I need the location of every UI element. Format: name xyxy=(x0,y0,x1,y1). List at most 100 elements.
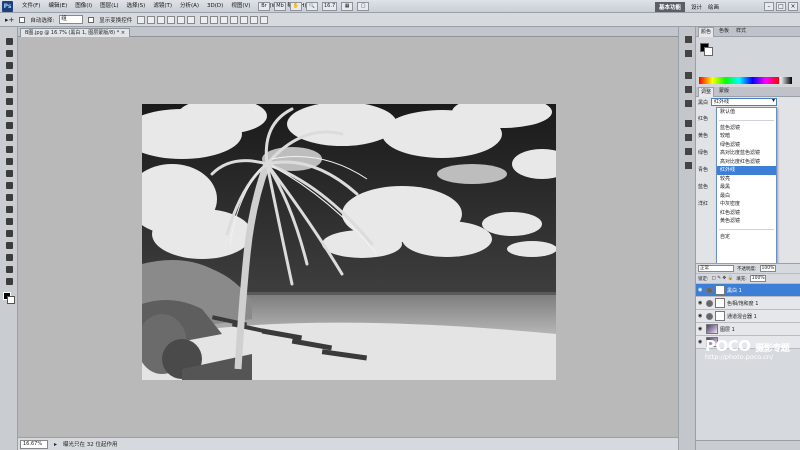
preset-option[interactable]: 较亮 xyxy=(717,175,776,184)
menu-image[interactable]: 图像(I) xyxy=(73,0,94,13)
move-tool[interactable] xyxy=(4,37,14,47)
align-hcenter-icon[interactable] xyxy=(177,15,186,24)
preset-option[interactable]: 红色滤镜 xyxy=(717,209,776,218)
layer-row[interactable]: ◉ 图层 1 xyxy=(696,323,800,336)
3d-panel-icon[interactable] xyxy=(683,71,693,81)
distribute-vcenter-icon[interactable] xyxy=(210,15,219,24)
preset-option[interactable]: 黄色滤镜 xyxy=(717,217,776,226)
eraser-tool[interactable] xyxy=(4,157,14,167)
hand-tool[interactable] xyxy=(4,265,14,275)
color-background-swatch[interactable] xyxy=(704,47,713,56)
document-tab[interactable]: B图.jpg @ 16.7% (黑白 1, 图层蒙版/8) * × xyxy=(20,28,131,37)
lock-icons[interactable]: □ ✎ ✥ 🔒 xyxy=(712,276,734,281)
preset-option[interactable]: 中灰密度 xyxy=(717,200,776,209)
menu-layer[interactable]: 图层(L) xyxy=(98,0,120,13)
layer-row[interactable]: ◉ 黑白 1 xyxy=(696,284,800,297)
paths-panel-icon[interactable] xyxy=(683,85,693,95)
layer-mask-thumbnail[interactable] xyxy=(715,285,725,295)
menu-view[interactable]: 视图(V) xyxy=(229,0,252,13)
distribute-right-icon[interactable] xyxy=(250,15,259,24)
status-info-icon[interactable]: ▸ xyxy=(54,441,57,448)
layer-row[interactable]: ◉ 通道混合器 1 xyxy=(696,310,800,323)
eye-icon[interactable]: ◉ xyxy=(698,339,704,345)
screen-mode-button[interactable]: ▢ xyxy=(357,2,370,11)
lasso-tool[interactable] xyxy=(4,61,14,71)
close-icon[interactable]: × xyxy=(788,2,798,11)
preset-option[interactable]: 绿色滤镜 xyxy=(717,141,776,150)
move-tool-icon[interactable]: ▸+ xyxy=(5,16,14,24)
tab-swatches[interactable]: 色板 xyxy=(717,27,731,36)
blur-tool[interactable] xyxy=(4,181,14,191)
blend-mode-dropdown[interactable]: 正常 xyxy=(698,265,734,272)
tab-styles[interactable]: 样式 xyxy=(734,27,748,36)
zoom-percentage-field[interactable]: 16.67% xyxy=(20,439,48,449)
menu-edit[interactable]: 编辑(E) xyxy=(46,0,69,13)
eyedropper-tool[interactable] xyxy=(4,97,14,107)
minimize-icon[interactable]: – xyxy=(764,2,774,11)
menu-filter[interactable]: 滤镜(T) xyxy=(151,0,174,13)
history-brush-tool[interactable] xyxy=(4,145,14,155)
brush-tool[interactable] xyxy=(4,121,14,131)
preset-option[interactable]: 蓝色滤镜 xyxy=(717,124,776,133)
dodge-tool[interactable] xyxy=(4,193,14,203)
preset-option[interactable]: 最黑 xyxy=(717,183,776,192)
marquee-tool[interactable] xyxy=(4,49,14,59)
background-color-swatch[interactable] xyxy=(7,296,15,304)
eye-icon[interactable]: ◉ xyxy=(698,313,704,319)
tab-close-icon[interactable]: × xyxy=(121,30,125,36)
pen-tool[interactable] xyxy=(4,205,14,215)
path-select-tool[interactable] xyxy=(4,229,14,239)
menu-select[interactable]: 选择(S) xyxy=(125,0,148,13)
maximize-icon[interactable]: □ xyxy=(776,2,786,11)
workspace-painting[interactable]: 绘画 xyxy=(708,3,719,11)
channels-panel-icon[interactable] xyxy=(683,99,693,109)
tab-masks[interactable]: 蒙版 xyxy=(717,87,731,96)
preset-option[interactable]: 高对比度蓝色滤镜 xyxy=(717,149,776,158)
brush-panel-icon[interactable] xyxy=(683,147,693,157)
eye-icon[interactable]: ◉ xyxy=(698,287,704,293)
preset-option-selected[interactable]: 红外线 xyxy=(717,166,776,175)
layer-mask-thumbnail[interactable] xyxy=(715,298,725,308)
eye-icon[interactable]: ◉ xyxy=(698,300,704,306)
fill-field[interactable]: 100% xyxy=(749,275,766,282)
paragraph-panel-icon[interactable] xyxy=(683,133,693,143)
preset-option[interactable]: 最白 xyxy=(717,192,776,201)
preset-dropdown[interactable]: 红外线 xyxy=(711,98,778,106)
eye-icon[interactable]: ◉ xyxy=(698,326,704,332)
zoom-level[interactable]: 16.7 xyxy=(322,2,338,11)
preset-option-custom[interactable]: 自定 xyxy=(717,233,776,242)
layer-mask-thumbnail[interactable] xyxy=(715,311,725,321)
crop-tool[interactable] xyxy=(4,85,14,95)
opacity-field[interactable]: 100% xyxy=(759,265,776,272)
character-panel-icon[interactable] xyxy=(683,119,693,129)
workspace-design[interactable]: 设计 xyxy=(691,3,702,11)
shape-tool[interactable] xyxy=(4,241,14,251)
type-tool[interactable] xyxy=(4,217,14,227)
zoom-view-button[interactable]: 🔍 xyxy=(306,2,318,11)
distribute-hcenter-icon[interactable] xyxy=(240,15,249,24)
clone-stamp-tool[interactable] xyxy=(4,133,14,143)
show-transform-checkbox[interactable] xyxy=(88,16,95,23)
arrange-documents-button[interactable]: ▦ xyxy=(341,2,354,11)
auto-align-icon[interactable] xyxy=(260,15,269,24)
layer-image-thumbnail[interactable] xyxy=(706,324,718,334)
hand-view-button[interactable]: ✋ xyxy=(290,2,302,11)
layer-row[interactable]: ◉ 色相/饱和度 1 xyxy=(696,297,800,310)
align-right-icon[interactable] xyxy=(187,15,196,24)
align-top-icon[interactable] xyxy=(137,15,146,24)
workspace-essentials[interactable]: 基本功能 xyxy=(655,2,686,12)
document-image[interactable] xyxy=(142,104,556,380)
history-panel-icon[interactable] xyxy=(683,35,693,45)
bridge-button[interactable]: Br xyxy=(258,2,270,11)
menu-3d[interactable]: 3D(D) xyxy=(205,0,225,13)
preset-option-default[interactable]: 默认值 xyxy=(717,108,776,117)
auto-select-checkbox[interactable] xyxy=(19,16,26,23)
zoom-tool[interactable] xyxy=(4,277,14,287)
preset-option[interactable]: 较暗 xyxy=(717,132,776,141)
gradient-tool[interactable] xyxy=(4,169,14,179)
menu-analysis[interactable]: 分析(A) xyxy=(178,0,201,13)
align-left-icon[interactable] xyxy=(167,15,176,24)
clone-source-panel-icon[interactable] xyxy=(683,161,693,171)
tab-color[interactable]: 颜色 xyxy=(698,26,715,37)
color-spectrum-bar[interactable] xyxy=(699,77,779,84)
